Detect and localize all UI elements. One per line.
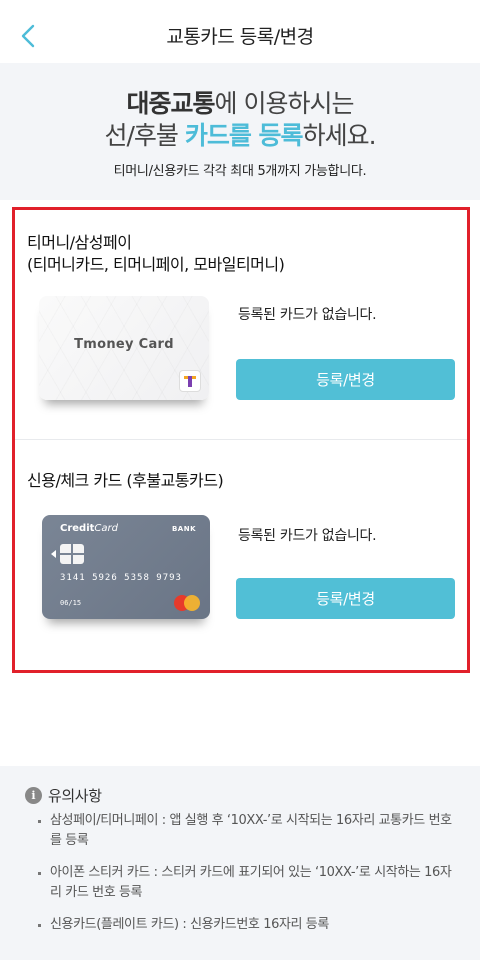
section-divider bbox=[15, 439, 467, 440]
credit-card-bank: BANK bbox=[171, 525, 196, 533]
notice-title: 유의사항 bbox=[48, 787, 102, 805]
list-item: 신용카드(플레이트 카드) : 신용카드번호 16자리 등록 bbox=[38, 915, 458, 935]
card-chip-icon bbox=[60, 544, 84, 564]
tmoney-section-title: 티머니/삼성페이 bbox=[27, 233, 132, 252]
tmoney-section-subtitle: (티머니카드, 티머니페이, 모바일티머니) bbox=[27, 255, 285, 274]
tmoney-logo-icon bbox=[179, 370, 201, 392]
list-item: 삼성페이/티머니페이 : 앱 실행 후 ‘10XX-’로 시작되는 16자리 교… bbox=[38, 811, 458, 851]
credit-card-expiry: 06/15 bbox=[60, 599, 82, 607]
intro-line1-rest: 에 이용하시는 bbox=[214, 89, 355, 118]
credit-card-brand-light: Card bbox=[94, 523, 118, 534]
tmoney-card-image: Tmoney Card bbox=[39, 296, 209, 400]
credit-section-title: 신용/체크 카드 (후불교통카드) bbox=[27, 471, 224, 490]
credit-section: 신용/체크 카드 (후불교통카드) CreditCard BANK 3141 5… bbox=[15, 441, 467, 670]
tmoney-card-label: Tmoney Card bbox=[74, 337, 174, 352]
credit-card-brand-bold: Credit bbox=[60, 523, 95, 534]
credit-card-brand: CreditCard bbox=[60, 523, 118, 534]
notice-header: i 유의사항 bbox=[25, 785, 102, 806]
credit-status-text: 등록된 카드가 없습니다. bbox=[238, 528, 377, 544]
notice-panel: i 유의사항 삼성페이/티머니페이 : 앱 실행 후 ‘10XX-’로 시작되는… bbox=[0, 766, 480, 960]
card-registration-panel: 티머니/삼성페이 (티머니카드, 티머니페이, 모바일티머니) Tmoney C… bbox=[12, 207, 470, 673]
credit-card-number: 3141 5926 5358 9793 bbox=[60, 573, 182, 583]
back-button[interactable] bbox=[14, 20, 42, 52]
intro-headline-line2: 선/후불 카드를 등록하세요. bbox=[0, 120, 480, 151]
credit-register-button[interactable]: 등록/변경 bbox=[236, 578, 455, 619]
list-item: 아이폰 스티커 카드 : 스티커 카드에 표기되어 있는 ‘10XX-’로 시작… bbox=[38, 863, 458, 903]
nfc-icon bbox=[51, 550, 56, 558]
intro-line2-start: 선/후불 bbox=[104, 121, 185, 150]
intro-subtitle: 티머니/신용카드 각각 최대 5개까지 가능합니다. bbox=[113, 164, 367, 179]
page-title: 교통카드 등록/변경 bbox=[166, 25, 314, 48]
info-icon: i bbox=[25, 787, 42, 804]
intro-line2-end: 하세요. bbox=[302, 121, 377, 150]
mastercard-logo-icon bbox=[174, 595, 200, 611]
tmoney-status-text: 등록된 카드가 없습니다. bbox=[238, 307, 377, 323]
intro-headline-line1: 대중교통에 이용하시는 bbox=[0, 88, 480, 119]
intro-banner: 대중교통에 이용하시는 선/후불 카드를 등록하세요. 티머니/신용카드 각각 … bbox=[0, 63, 480, 200]
notice-list: 삼성페이/티머니페이 : 앱 실행 후 ‘10XX-’로 시작되는 16자리 교… bbox=[38, 811, 458, 947]
intro-highlight-transit: 대중교통 bbox=[126, 89, 216, 118]
chevron-left-icon bbox=[21, 24, 35, 48]
tmoney-register-button[interactable]: 등록/변경 bbox=[236, 359, 455, 400]
credit-card-image: CreditCard BANK 3141 5926 5358 9793 06/1… bbox=[42, 515, 210, 619]
tmoney-section: 티머니/삼성페이 (티머니카드, 티머니페이, 모바일티머니) Tmoney C… bbox=[15, 210, 467, 440]
app-header: 교통카드 등록/변경 bbox=[0, 0, 480, 70]
intro-highlight-register: 카드를 등록 bbox=[184, 121, 304, 150]
